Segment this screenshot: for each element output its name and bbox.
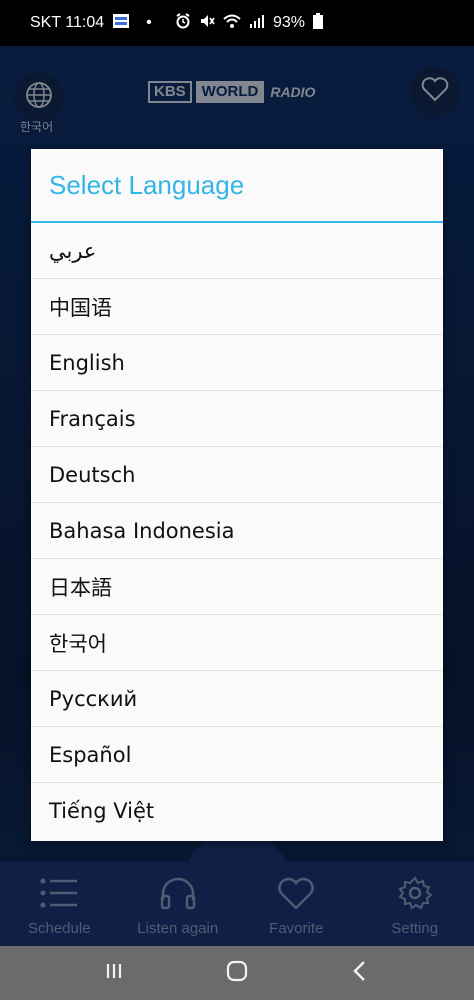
alarm-icon — [175, 12, 191, 34]
screen: SKT 11:04 • 93% 한국어 KBS WORLD RADIO Sche… — [0, 0, 474, 1000]
language-list: عربي 中国语 English Français Deutsch Bahasa… — [31, 223, 443, 839]
dot: • — [146, 14, 152, 31]
language-option-english[interactable]: English — [31, 335, 443, 391]
battery-icon — [313, 12, 324, 34]
recent-apps-icon — [104, 961, 124, 986]
status-bar: SKT 11:04 • 93% — [0, 0, 474, 46]
back-chevron-icon — [351, 960, 369, 987]
carrier-time: SKT 11:04 — [30, 14, 105, 31]
home-icon — [226, 960, 248, 987]
language-option-spanish[interactable]: Español — [31, 727, 443, 783]
language-option-french[interactable]: Français — [31, 391, 443, 447]
language-option-korean[interactable]: 한국어 — [31, 615, 443, 671]
language-option-german[interactable]: Deutsch — [31, 447, 443, 503]
language-option-vietnamese[interactable]: Tiếng Việt — [31, 783, 443, 839]
wifi-icon — [223, 13, 241, 34]
select-language-dialog: Select Language عربي 中国语 English Françai… — [31, 149, 443, 841]
home-button[interactable] — [219, 946, 255, 1000]
signal-icon — [249, 13, 265, 34]
language-option-chinese[interactable]: 中国语 — [31, 279, 443, 335]
language-option-russian[interactable]: Русский — [31, 671, 443, 727]
mute-icon — [199, 13, 215, 34]
battery-percent: 93% — [273, 14, 306, 31]
status-icons: 93% — [175, 0, 324, 46]
app-notification-icon — [112, 13, 130, 34]
dialog-title: Select Language — [31, 149, 443, 223]
language-option-indonesian[interactable]: Bahasa Indonesia — [31, 503, 443, 559]
status-left: SKT 11:04 • — [30, 0, 152, 46]
system-nav-bar — [0, 946, 474, 1000]
back-button[interactable] — [342, 946, 378, 1000]
language-option-japanese[interactable]: 日本語 — [31, 559, 443, 615]
language-option-arabic[interactable]: عربي — [31, 223, 443, 279]
recent-apps-button[interactable] — [96, 946, 132, 1000]
